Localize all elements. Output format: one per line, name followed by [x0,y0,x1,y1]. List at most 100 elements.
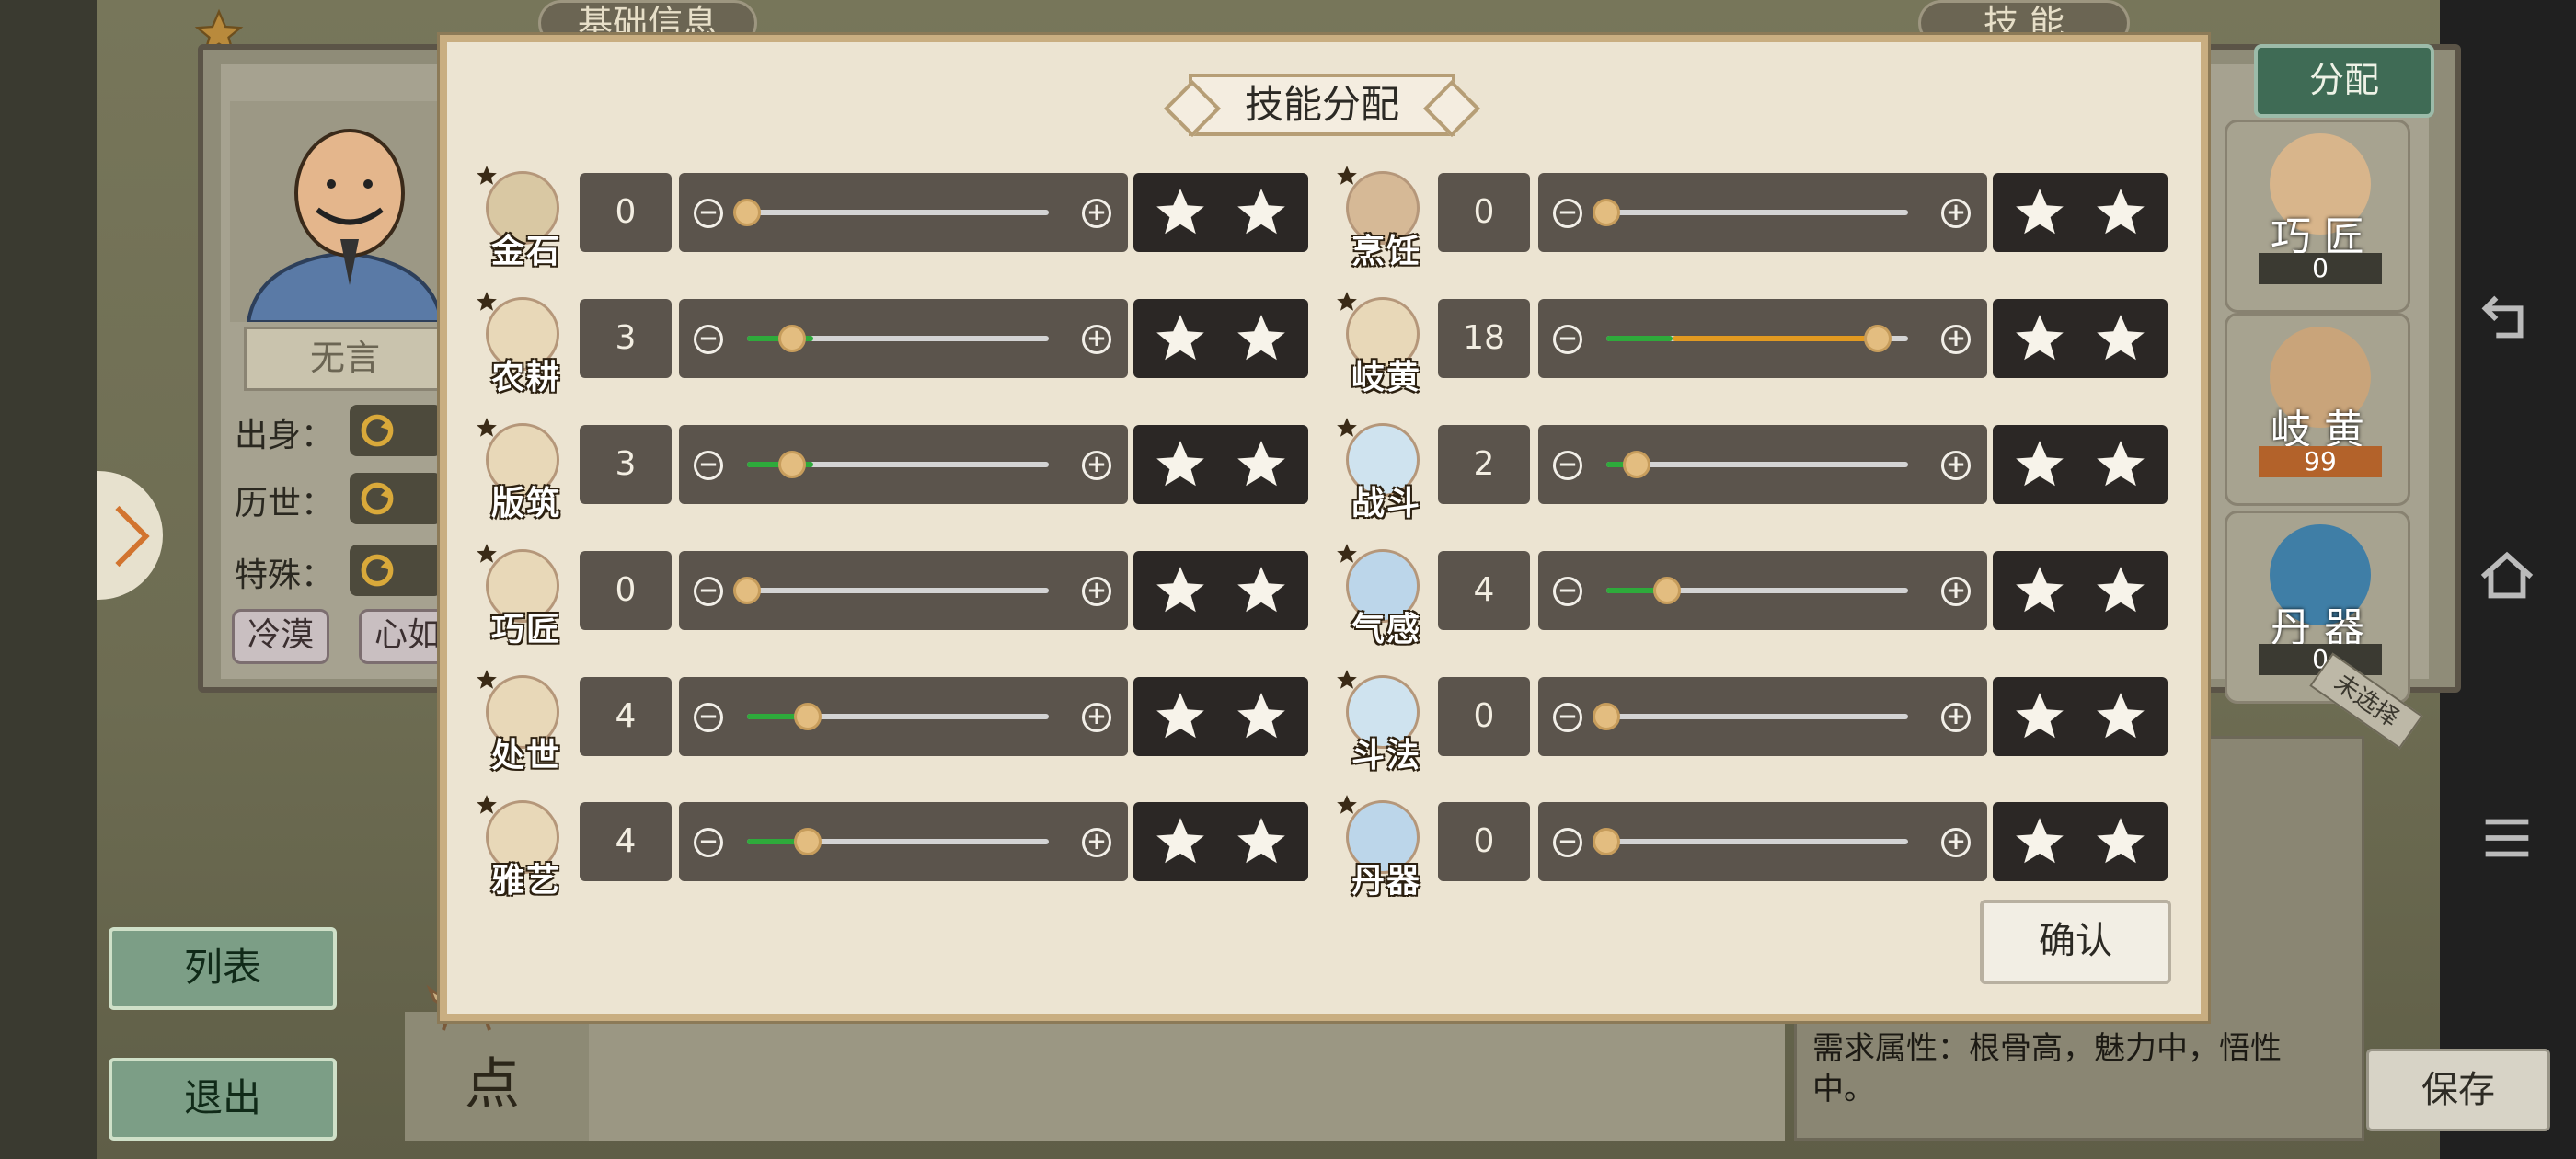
plus-button[interactable]: + [1941,199,1971,228]
skill-slider[interactable]: − + [1538,425,1987,504]
skill-card-medicine[interactable]: 岐 黄 99 [2225,313,2410,506]
bowl-icon: 烹饪 [1337,166,1423,270]
slider-knob[interactable] [1593,199,1620,226]
skill-slider[interactable]: − + [679,802,1128,881]
plus-button[interactable]: + [1082,703,1111,732]
minus-button[interactable]: − [694,703,723,732]
building-icon: 版筑 [477,418,563,522]
star-icon [1337,795,1357,814]
minus-button[interactable]: − [1553,828,1582,857]
home-icon[interactable] [2475,545,2539,609]
star-icon [1337,292,1357,311]
reroll-special-button[interactable] [350,545,442,596]
skill-value-box: 0 [1438,173,1530,252]
slider-knob[interactable] [733,199,761,226]
star-icon [1237,315,1285,361]
slider-knob[interactable] [1622,451,1650,478]
skill-value-box: 3 [580,299,672,378]
skill-slider[interactable]: − + [1538,299,1987,378]
star-icon [1156,818,1204,864]
star-icon [477,795,497,814]
skill-slider[interactable]: − + [679,425,1128,504]
chevron-right-icon [115,505,150,568]
exit-button[interactable]: 退出 [109,1058,337,1141]
minus-button[interactable]: − [1553,199,1582,228]
minus-button[interactable]: − [694,199,723,228]
minus-button[interactable]: − [694,325,723,354]
skill-card-craftsman[interactable]: 巧 匠 0 [2225,120,2410,313]
skill-name: 气感 [1351,610,1421,648]
skill-slider[interactable]: − + [1538,173,1987,252]
skill-slider[interactable]: − + [679,299,1128,378]
star-icon [477,292,497,311]
back-icon[interactable] [2475,287,2539,351]
slider-knob[interactable] [1864,325,1892,352]
star-icon [477,544,497,563]
slider-track [1606,714,1908,719]
skill-slider[interactable]: − + [679,173,1128,252]
plus-button[interactable]: + [1082,577,1111,606]
plus-button[interactable]: + [1082,828,1111,857]
skill-name: 金石 [490,232,561,270]
skill-slider[interactable]: − + [679,551,1128,630]
slider-knob[interactable] [778,451,807,478]
attribute-label-special: 特殊： [235,557,335,594]
dialog-title-plate: 技能分配 [1189,74,1455,136]
skill-slider[interactable]: − + [1538,802,1987,881]
reroll-history-button[interactable] [350,473,442,524]
skill-value-box: 4 [580,802,672,881]
star-icon [477,670,497,689]
skill-value-box: 2 [1438,425,1530,504]
skill-name: 雅艺 [490,861,561,900]
skill-stars [1133,425,1308,504]
minus-button[interactable]: − [1553,451,1582,480]
bottom-scroll-panel [589,1012,1785,1141]
minus-button[interactable]: − [1553,703,1582,732]
minus-button[interactable]: − [1553,577,1582,606]
confirm-button[interactable]: 确认 [1980,900,2171,984]
slider-knob[interactable] [1593,828,1620,855]
plus-button[interactable]: + [1082,451,1111,480]
star-icon [2097,315,2145,361]
star-icon [1237,693,1285,739]
plus-button[interactable]: + [1941,828,1971,857]
trait-chip[interactable]: 冷漠 [232,609,330,664]
minus-button[interactable]: − [1553,325,1582,354]
star-icon [2016,567,2064,613]
minus-button[interactable]: − [694,828,723,857]
star-icon [2016,693,2064,739]
slider-knob[interactable] [793,828,822,855]
skill-slider[interactable]: − + [679,677,1128,756]
slider-knob[interactable] [733,577,761,604]
slider-knob[interactable] [1652,577,1681,604]
save-button[interactable]: 保存 [2366,1049,2550,1131]
plus-button[interactable]: + [1941,577,1971,606]
skill-stars [1993,173,2168,252]
reroll-origin-button[interactable] [350,405,442,456]
plus-button[interactable]: + [1941,325,1971,354]
description-text: 需求属性：根骨高，魅力中，悟性 中。 [1812,1028,2328,1109]
slider-knob[interactable] [1593,703,1620,730]
sword-icon: 战斗 [1337,418,1423,522]
allocate-button[interactable]: 分配 [2254,44,2434,118]
star-icon [1337,544,1357,563]
character-name: 无言 [244,327,446,391]
skill-slider[interactable]: − + [1538,551,1987,630]
plus-button[interactable]: + [1082,199,1111,228]
plus-button[interactable]: + [1941,703,1971,732]
slider-knob[interactable] [793,703,822,730]
skill-slider[interactable]: − + [1538,677,1987,756]
minus-button[interactable]: − [694,451,723,480]
slider-track [1606,462,1908,467]
skill-value-box: 0 [1438,677,1530,756]
minus-button[interactable]: − [694,577,723,606]
slider-track [1606,210,1908,215]
slider-knob[interactable] [778,325,807,352]
skill-value-box: 3 [580,425,672,504]
plus-button[interactable]: + [1941,451,1971,480]
list-button[interactable]: 列表 [109,927,337,1010]
star-icon [2016,315,2064,361]
plus-button[interactable]: + [1082,325,1111,354]
skill-card-value: 99 [2259,446,2382,477]
menu-icon[interactable] [2475,806,2539,870]
